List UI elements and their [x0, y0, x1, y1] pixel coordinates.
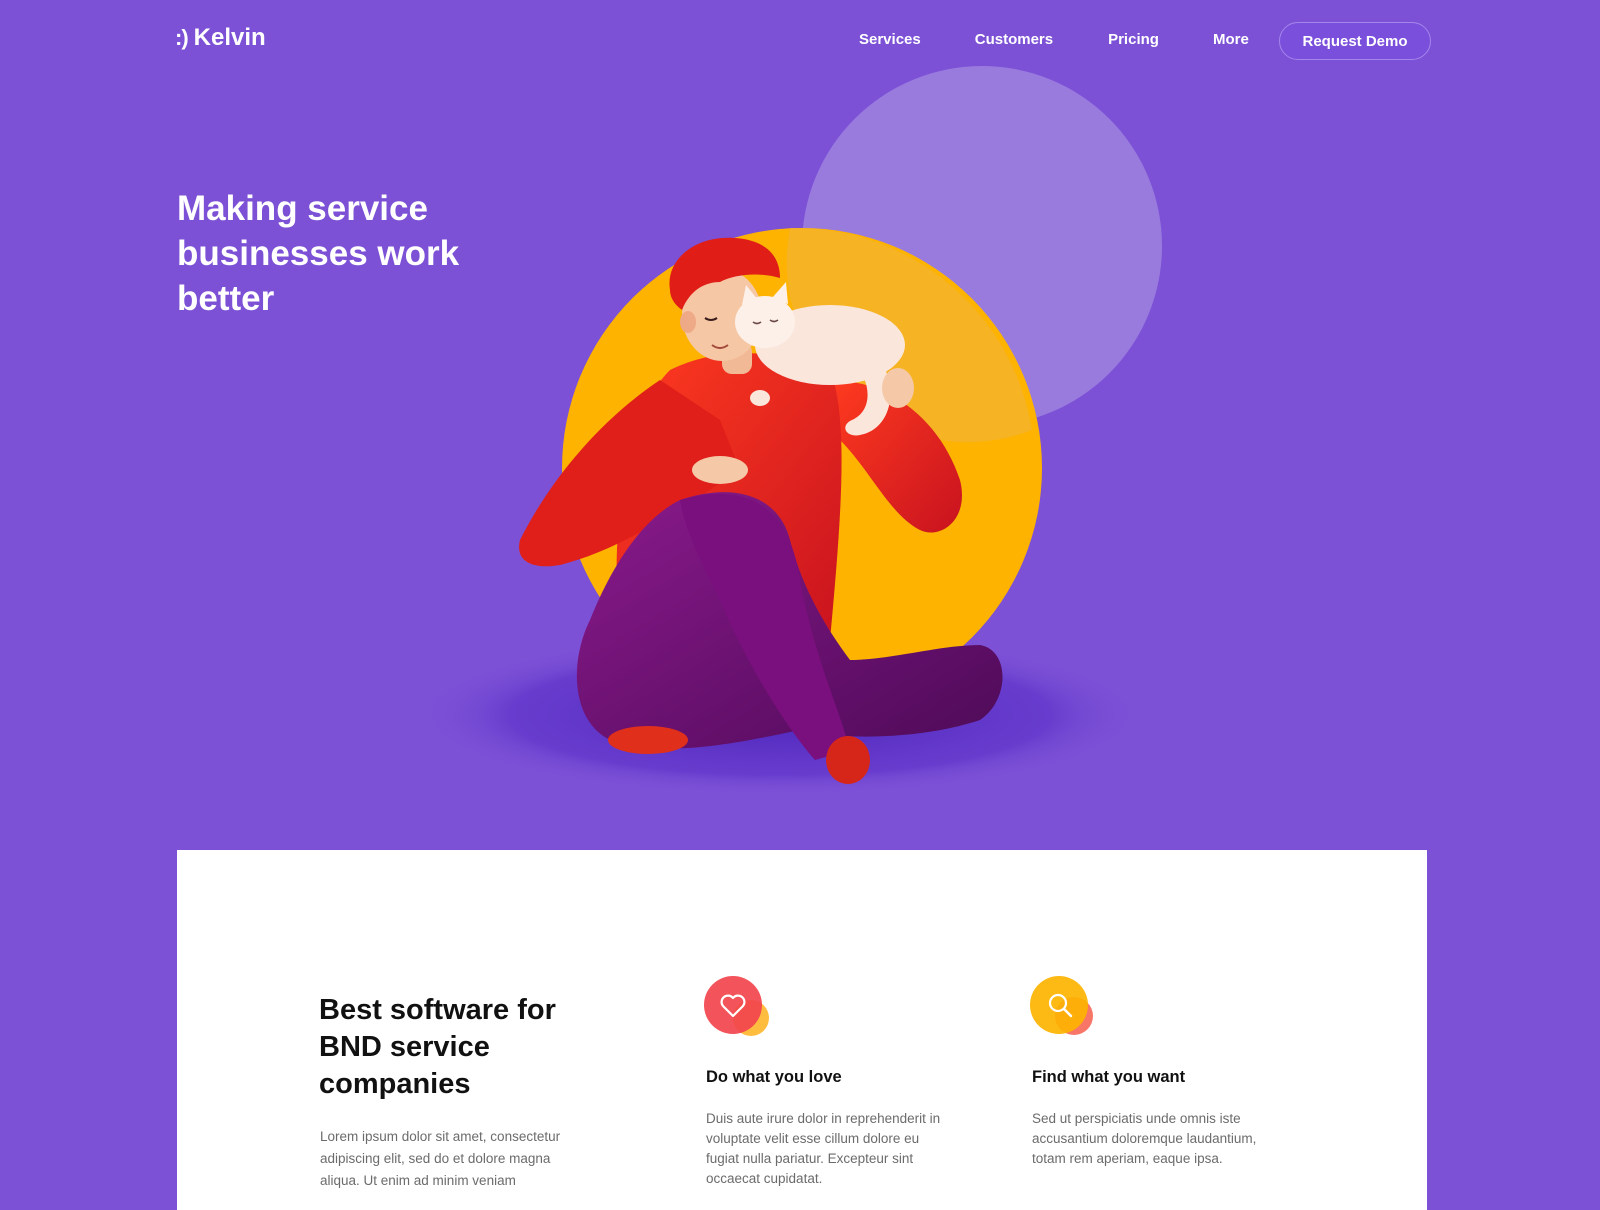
hero-illustration: [420, 66, 1162, 795]
feature-love: Do what you love Duis aute irure dolor i…: [704, 976, 944, 1189]
cat-paw: [750, 390, 770, 406]
section-title: Best software for BND service companies: [319, 994, 556, 1100]
person-ear: [680, 311, 696, 333]
smile-logo-icon: :): [175, 25, 189, 50]
brand-name: Kelvin: [193, 24, 266, 51]
feature-description: Duis aute irure dolor in reprehenderit i…: [706, 1111, 941, 1186]
section-description: Lorem ipsum dolor sit amet, consectetur …: [320, 1129, 561, 1188]
main-nav: Services Customers Pricing More: [859, 31, 1249, 48]
search-icon-graphic: [1030, 976, 1093, 1035]
feature-title: Find what you want: [1032, 1068, 1186, 1086]
search-icon: [1030, 976, 1100, 1040]
hero-section: :) Kelvin Services Customers Pricing Mor…: [0, 0, 1600, 1210]
person-shoe-right: [826, 736, 870, 784]
nav-services[interactable]: Services: [859, 31, 921, 48]
feature-title: Do what you love: [706, 1068, 842, 1086]
feature-description: Sed ut perspiciatis unde omnis iste accu…: [1032, 1111, 1257, 1166]
nav-customers[interactable]: Customers: [975, 31, 1053, 48]
feature-find: Find what you want Sed ut perspiciatis u…: [1030, 976, 1270, 1169]
heart-icon: [704, 976, 774, 1040]
request-demo-button[interactable]: Request Demo: [1279, 22, 1431, 60]
person-left-hand: [692, 456, 748, 484]
nav-more[interactable]: More: [1213, 31, 1249, 48]
features-card: Best software for BND service companies …: [177, 850, 1427, 1210]
nav-pricing[interactable]: Pricing: [1108, 31, 1159, 48]
brand-logo[interactable]: :) Kelvin: [175, 24, 266, 52]
person-shoe-left: [608, 726, 688, 754]
heart-icon-graphic: [704, 976, 769, 1036]
person-right-hand: [882, 368, 914, 408]
